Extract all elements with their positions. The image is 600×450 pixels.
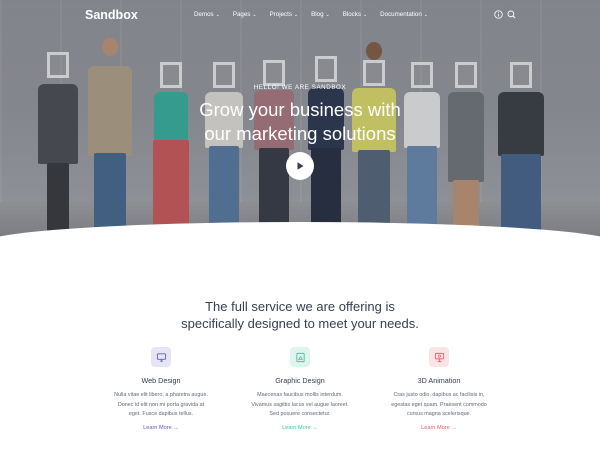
chevron-down-icon: ⌄ [215, 12, 220, 18]
learn-more-link[interactable]: Learn More → [374, 425, 504, 431]
service-description-line: Donec id elit non mi porta gravida at [117, 401, 205, 408]
service-description: Maecenas faucibus mollis interdum. Vivam… [235, 391, 365, 420]
service-title: 3D Animation [417, 376, 461, 385]
menu-item-blocks[interactable]: Blocks ⌄ [343, 11, 367, 18]
menu-item-documentation[interactable]: Documentation ⌄ [380, 11, 428, 18]
chevron-down-icon: ⌄ [252, 12, 257, 18]
hero-section: HELLO! WE ARE SANDBOX Grow your business… [0, 0, 600, 262]
chevron-down-icon: ⌄ [362, 12, 368, 18]
search-icon[interactable] [507, 10, 516, 19]
menu-item-label: Projects [269, 11, 292, 18]
menu-item-demos[interactable]: Demos ⌄ [194, 11, 220, 18]
design-icon [295, 352, 305, 362]
menu-item-label: Pages [232, 11, 251, 18]
learn-more-link[interactable]: Learn More → [96, 425, 226, 431]
menu-item-blog[interactable]: Blog ⌄ [311, 11, 330, 18]
menu-item-label: Demos [194, 11, 214, 18]
animation-icon [434, 352, 444, 362]
menu-item-label: Blocks [342, 11, 361, 18]
services-heading-line: specifically designed to meet your needs… [181, 316, 419, 331]
service-description-line: Vivamus sagittis lacus vel augue laoreet… [251, 401, 349, 408]
hero-bottom-curve [0, 222, 600, 262]
chevron-down-icon: ⌄ [293, 12, 299, 18]
menu-item-pages[interactable]: Pages ⌄ [233, 11, 257, 18]
service-icon-badge [151, 347, 171, 367]
top-navigation: Sandbox Demos ⌄ Pages ⌄ Projects ⌄ Blog ⌄ Bl… [0, 0, 600, 30]
service-title: Graphic Design [275, 376, 325, 385]
service-description-line: Maecenas faucibus mollis interdum. [257, 392, 343, 398]
hero-title-line: Grow your business with [199, 99, 401, 120]
hero-title-line: our marketing solutions [204, 123, 396, 144]
service-description-line: egestas eget quam. Praesent commodo [391, 401, 487, 408]
service-title: Web Design [141, 376, 181, 385]
menu-item-label: Documentation [380, 11, 422, 18]
info-icon[interactable] [494, 10, 503, 19]
service-card-graphic-design: Graphic Design Maecenas faucibus mollis … [235, 347, 365, 431]
service-description: Cras justo odio, dapibus ac facilisis in… [374, 391, 504, 420]
hero-title: Grow your business with our marketing so… [0, 98, 600, 146]
play-video-button[interactable] [286, 152, 314, 180]
menu-item-label: Blog [311, 11, 324, 18]
service-description-line: Nulla vitae elit libero, a pharetra augu… [114, 392, 208, 398]
service-description-line: eget. Fusce dapibus tellus. [128, 411, 194, 418]
service-description-line: cursus magna scelerisque. [406, 411, 472, 418]
service-description-line: Cras justo odio, dapibus ac facilisis in… [393, 392, 485, 398]
service-description: Nulla vitae elit libero, a pharetra augu… [96, 391, 226, 420]
main-menu: Demos ⌄ Pages ⌄ Projects ⌄ Blog ⌄ Blocks ⌄ Do… [194, 11, 441, 18]
chevron-down-icon: ⌄ [423, 12, 428, 18]
service-card-3d-animation: 3D Animation Cras justo odio, dapibus ac… [374, 347, 504, 431]
learn-more-link[interactable]: Learn More → [235, 425, 365, 431]
monitor-icon [156, 352, 166, 362]
menu-item-projects[interactable]: Projects ⌄ [270, 11, 299, 18]
services-heading: The full service we are offering is spec… [0, 298, 600, 332]
service-description-line: Sed posuere consectetur. [269, 411, 331, 418]
service-card-web-design: Web Design Nulla vitae elit libero, a ph… [96, 347, 226, 431]
service-icon-badge [429, 347, 449, 367]
chevron-down-icon: ⌄ [325, 12, 330, 18]
hero-eyebrow: HELLO! WE ARE SANDBOX [253, 84, 347, 91]
logo[interactable]: Sandbox [85, 8, 138, 22]
service-icon-badge [290, 347, 310, 367]
services-heading-line: The full service we are offering is [205, 299, 395, 314]
play-icon [297, 162, 304, 170]
